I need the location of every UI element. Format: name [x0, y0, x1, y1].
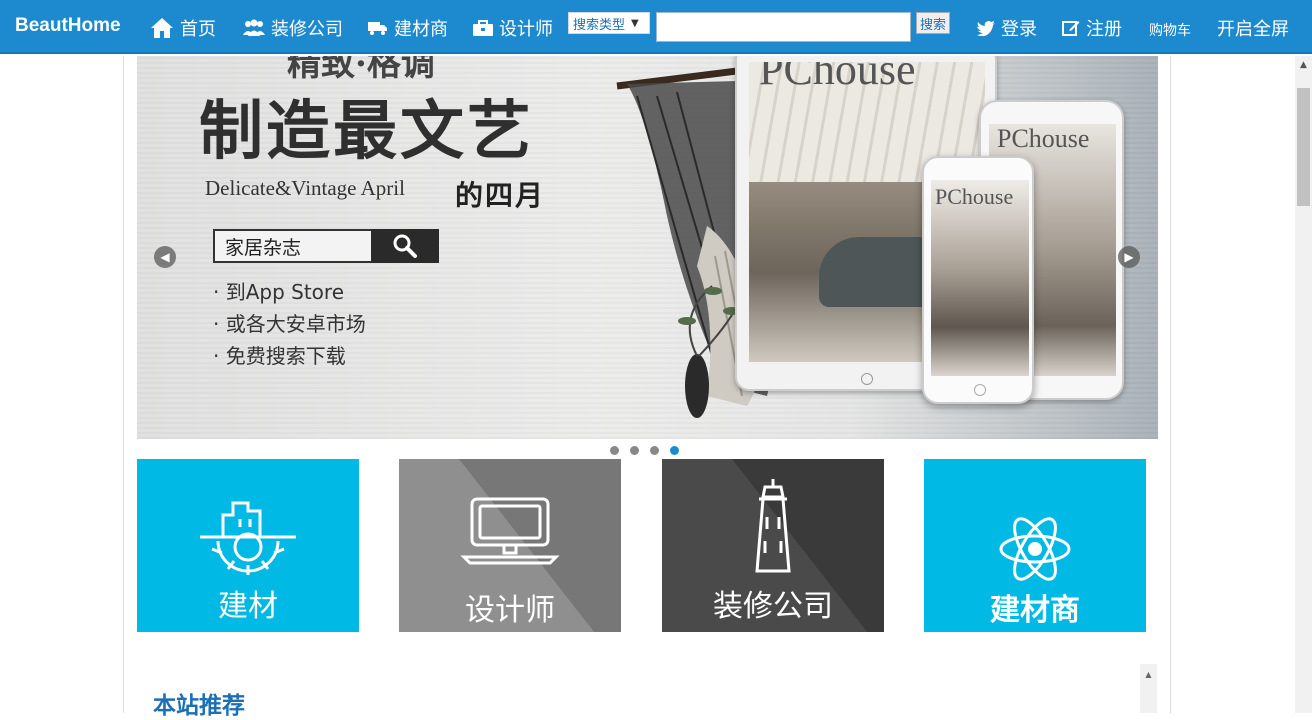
nav-home[interactable]: 首页 [150, 14, 216, 42]
edit-icon [1062, 19, 1080, 37]
nav-designer-label: 设计师 [499, 19, 553, 40]
nav-home-label: 首页 [180, 19, 216, 40]
carousel-dot-2[interactable] [630, 446, 639, 455]
cart-link[interactable]: 购物车 [1149, 16, 1191, 44]
banner-line-3: · 免费搜索下载 [213, 344, 346, 368]
carousel-indicators [610, 446, 679, 455]
scroll-up-arrow-icon[interactable]: ▲ [1295, 56, 1312, 73]
lighthouse-icon [755, 479, 791, 573]
nav-designer[interactable]: 设计师 [473, 14, 553, 42]
carousel-dot-4[interactable] [670, 446, 679, 455]
recommend-section-title: 本站推荐 [153, 693, 245, 719]
register-label: 注册 [1086, 19, 1122, 40]
nav-decoration-company-label: 装修公司 [271, 19, 343, 40]
atom-icon [999, 517, 1071, 581]
magnifier-icon [371, 229, 439, 263]
tile-designer-label: 设计师 [465, 593, 555, 628]
chevron-down-icon: ▼ [631, 17, 639, 29]
scroll-up-icon[interactable]: ▲ [1140, 664, 1157, 679]
phone-mockup-small: PChouse [922, 156, 1034, 404]
banner-carousel[interactable]: 精致·格调 制造最文艺 Delicate&Vintage April 的四月 家… [137, 56, 1158, 439]
banner-subtitle-cn: 的四月 [455, 179, 546, 212]
chevron-left-icon: ◀ [160, 250, 170, 264]
page-scrollbar[interactable]: ▲ [1295, 56, 1312, 713]
top-navbar: BeautHome 首页 装修公司 建材商 设计师 搜索类型 ▼ 搜索 登录 注… [0, 0, 1312, 54]
truck-icon [368, 20, 388, 36]
users-icon [243, 19, 265, 37]
tile-materials-label: 建材 [218, 589, 278, 624]
tile-decoration-company[interactable]: 装修公司 [662, 459, 884, 632]
monitor-icon [460, 497, 560, 565]
nav-materials-dealer[interactable]: 建材商 [368, 14, 448, 42]
banner-line-2: · 或各大安卓市场 [213, 312, 366, 336]
magazine-title: PChouse [759, 62, 916, 94]
carousel-dot-1[interactable] [610, 446, 619, 455]
inner-scrollbar[interactable]: ▲ [1140, 664, 1157, 713]
home-icon [150, 17, 174, 39]
twitter-bird-icon [977, 20, 995, 36]
search-type-label: 搜索类型 [573, 17, 626, 33]
nav-decoration-company[interactable]: 装修公司 [243, 14, 343, 42]
banner-headline: 制造最文艺 [199, 94, 534, 169]
banner-subtitle-en: Delicate&Vintage April [205, 176, 405, 200]
tile-designer[interactable]: 设计师 [399, 459, 621, 632]
nav-materials-dealer-label: 建材商 [394, 19, 448, 40]
search-input[interactable] [656, 12, 911, 42]
building-gear-icon [200, 501, 296, 575]
search-type-select[interactable]: 搜索类型 ▼ [568, 12, 650, 34]
carousel-dot-3[interactable] [650, 446, 659, 455]
tile-materials-dealer[interactable]: 建材商 [924, 459, 1146, 632]
login-label: 登录 [1001, 19, 1037, 40]
tile-decoration-company-label: 装修公司 [713, 589, 833, 624]
banner-search-box: 家居杂志 [213, 229, 439, 263]
briefcase-icon [473, 19, 493, 37]
search-button[interactable]: 搜索 [916, 12, 950, 34]
login-link[interactable]: 登录 [977, 14, 1037, 42]
brand-logo[interactable]: BeautHome [15, 15, 121, 37]
scroll-thumb[interactable] [1297, 88, 1310, 206]
fullscreen-toggle[interactable]: 开启全屏 [1217, 14, 1289, 42]
carousel-next-button[interactable]: ▶ [1118, 246, 1140, 268]
carousel-prev-button[interactable]: ◀ [154, 246, 176, 268]
tile-materials[interactable]: 建材 [137, 459, 359, 632]
banner-search-text: 家居杂志 [213, 229, 371, 263]
register-link[interactable]: 注册 [1062, 14, 1122, 42]
chevron-right-icon: ▶ [1124, 250, 1134, 264]
tile-materials-dealer-label: 建材商 [990, 593, 1080, 628]
banner-line-1: · 到App Store [213, 280, 345, 304]
